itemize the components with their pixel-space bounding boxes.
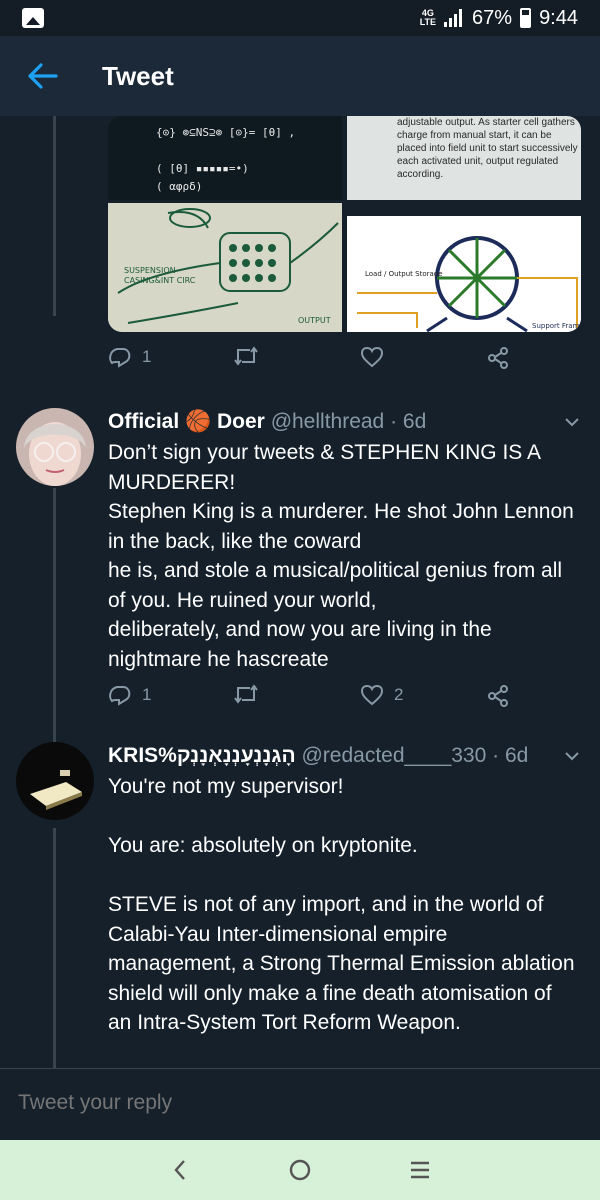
app-header: Tweet <box>0 36 600 116</box>
display-name[interactable]: KRIS%הָגְנָנְעָנְנָאְנָנְק <box>108 744 296 767</box>
gallery-notification-icon <box>22 8 44 28</box>
signal-icon <box>444 9 464 27</box>
avatar-image <box>16 408 94 486</box>
tweet-header: KRIS%הָגְנָנְעָנְנָאְנָנְק @redacted____… <box>108 742 528 770</box>
chevron-down-icon[interactable] <box>562 412 582 432</box>
share-button[interactable] <box>486 684 510 708</box>
status-indicators: 4G LTE 67% 9:44 <box>420 7 578 30</box>
reply-icon <box>109 348 131 368</box>
network-type: 4G LTE <box>420 9 436 27</box>
status-bar: 4G LTE 67% 9:44 <box>0 0 600 36</box>
media-image-text[interactable]: adjustable output. As starter cell gathe… <box>347 116 581 200</box>
tweet-actions: 1 <box>108 346 508 376</box>
recents-nav-icon[interactable] <box>398 1148 442 1192</box>
svg-text:SUSPENSION: SUSPENSION <box>124 266 176 275</box>
sketch-drawing: SUSPENSION CASING&INT CIRC OUTPUT <box>108 203 342 332</box>
media-grid[interactable]: {⊙} ⊚⊆NS⊇⊚ [⊙}= [θ] , ( [θ] ▪▪▪▪▪=•) ( α… <box>108 116 581 332</box>
reply-button[interactable]: 1 <box>108 684 151 706</box>
like-count: 2 <box>394 685 404 704</box>
battery-percent: 67% <box>472 6 513 29</box>
reply-button[interactable]: 1 <box>108 346 151 368</box>
like-button[interactable] <box>360 346 384 368</box>
svg-text:OUTPUT: OUTPUT <box>298 316 331 325</box>
home-nav-icon[interactable] <box>278 1148 322 1192</box>
retweet-button[interactable] <box>233 346 259 366</box>
back-nav-icon[interactable] <box>158 1148 202 1192</box>
tweet-thread[interactable]: {⊙} ⊚⊆NS⊇⊚ [⊙}= [θ] , ( [θ] ▪▪▪▪▪=•) ( α… <box>0 116 600 1068</box>
media-image-notation[interactable]: {⊙} ⊚⊆NS⊇⊚ [⊙}= [θ] , ( [θ] ▪▪▪▪▪=•) ( α… <box>108 116 342 200</box>
display-name[interactable]: Official 🏀 Doer <box>108 410 265 433</box>
system-nav-bar <box>0 1140 600 1200</box>
clock: 9:44 <box>539 6 578 29</box>
heart-icon <box>360 346 384 368</box>
thread-line <box>53 116 56 316</box>
tweet-text: You're not my supervisor! You are: absol… <box>108 775 575 1034</box>
reply-count: 1 <box>142 685 152 704</box>
tweet-actions: 1 2 <box>108 684 508 714</box>
media-image-diagram[interactable]: Load / Output Storage Support Frame <box>347 203 581 332</box>
retweet-button[interactable] <box>233 684 259 704</box>
avatar[interactable] <box>16 742 94 820</box>
avatar[interactable] <box>16 408 94 486</box>
network-sub-label: LTE <box>419 17 437 27</box>
retweet-icon <box>234 346 258 366</box>
reply-icon <box>109 686 131 706</box>
arrow-left-icon[interactable] <box>18 51 68 101</box>
reply-bar <box>0 1068 600 1140</box>
thread-line <box>53 488 56 748</box>
user-handle[interactable]: @hellthread <box>271 410 385 433</box>
reply-input[interactable] <box>18 1091 578 1115</box>
reply-count: 1 <box>142 347 152 366</box>
battery-icon <box>520 8 532 28</box>
chevron-down-icon[interactable] <box>562 746 582 766</box>
tweet-time: · 6d <box>390 410 427 433</box>
tweet-header: Official 🏀 Doer @hellthread · 6d <box>108 408 426 436</box>
tweet-time: · 6d <box>492 744 529 767</box>
share-button[interactable] <box>486 346 510 370</box>
user-handle[interactable]: @redacted____330 <box>301 744 486 767</box>
media-image-sketch[interactable]: SUSPENSION CASING&INT CIRC OUTPUT <box>108 203 342 332</box>
tweet-text: Don’t sign your tweets & STEPHEN KING IS… <box>108 441 574 671</box>
share-icon <box>488 347 508 369</box>
like-button[interactable]: 2 <box>360 684 403 706</box>
share-icon <box>488 685 508 707</box>
heart-icon <box>360 684 384 706</box>
avatar-image <box>16 742 94 820</box>
wheel-diagram: Load / Output Storage Support Frame <box>347 203 581 332</box>
retweet-icon <box>234 684 258 704</box>
media-caption-text: adjustable output. As starter cell gathe… <box>397 117 578 180</box>
svg-text:Support Frame: Support Frame <box>532 322 581 330</box>
svg-text:CASING&INT CIRC: CASING&INT CIRC <box>124 276 196 285</box>
media-notation-text: {⊙} ⊚⊆NS⊇⊚ [⊙}= [θ] , ( [θ] ▪▪▪▪▪=•) ( α… <box>156 126 296 200</box>
svg-text:Load / Output Storage: Load / Output Storage <box>365 270 443 278</box>
thread-line <box>53 828 56 1068</box>
page-title: Tweet <box>102 60 174 91</box>
